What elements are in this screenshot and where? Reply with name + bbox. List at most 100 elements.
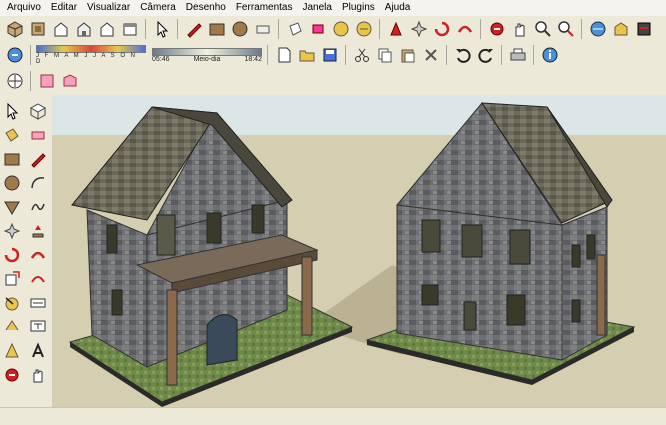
cut-icon[interactable] bbox=[351, 45, 372, 66]
copy-icon[interactable] bbox=[374, 45, 395, 66]
separator bbox=[581, 19, 582, 39]
top-view-icon[interactable] bbox=[27, 19, 48, 40]
move-icon[interactable] bbox=[330, 19, 351, 40]
menu-visualizar[interactable]: Visualizar bbox=[82, 0, 135, 16]
rectangle-icon[interactable] bbox=[206, 19, 227, 40]
ruby-console-icon[interactable] bbox=[633, 19, 654, 40]
menu-ferramentas[interactable]: Ferramentas bbox=[231, 0, 298, 16]
month-slider[interactable]: J F M A M J J A S O N D bbox=[36, 45, 146, 65]
print-icon[interactable] bbox=[507, 45, 528, 66]
right-view-icon[interactable] bbox=[73, 19, 94, 40]
text-icon[interactable] bbox=[27, 316, 49, 338]
display-section-cuts-icon[interactable] bbox=[59, 71, 80, 92]
pencil-icon[interactable] bbox=[183, 19, 204, 40]
3d-text-icon[interactable] bbox=[27, 340, 49, 362]
freehand-icon[interactable] bbox=[27, 196, 49, 218]
zoom-extents-icon[interactable] bbox=[555, 19, 576, 40]
separator bbox=[145, 19, 146, 39]
time-labels: 05:46 Meio-dia 18:42 bbox=[152, 56, 262, 63]
menu-desenho[interactable]: Desenho bbox=[181, 0, 231, 16]
left-view-icon[interactable] bbox=[119, 19, 140, 40]
line-icon[interactable] bbox=[27, 148, 49, 170]
menu-camera[interactable]: Câmera bbox=[135, 0, 181, 16]
select-arrow-icon[interactable] bbox=[151, 19, 172, 40]
push-pull-icon[interactable] bbox=[27, 220, 49, 242]
separator bbox=[533, 45, 534, 65]
shadow-settings: J F M A M J J A S O N D 05:46 Meio-dia 1… bbox=[36, 42, 262, 68]
separator bbox=[446, 45, 447, 65]
rotate-icon[interactable] bbox=[353, 19, 374, 40]
eraser-icon[interactable] bbox=[252, 19, 273, 40]
circle-icon[interactable] bbox=[1, 172, 23, 194]
separator bbox=[177, 19, 178, 39]
separator bbox=[30, 45, 31, 65]
delete-icon[interactable] bbox=[420, 45, 441, 66]
orbit-icon[interactable] bbox=[1, 364, 23, 386]
back-view-icon[interactable] bbox=[96, 19, 117, 40]
select-icon[interactable] bbox=[1, 100, 23, 122]
protractor-icon[interactable] bbox=[1, 316, 23, 338]
redo-icon[interactable] bbox=[475, 45, 496, 66]
separator bbox=[267, 45, 268, 65]
zoom-icon[interactable] bbox=[532, 19, 553, 40]
model-scene bbox=[52, 95, 666, 407]
menu-janela[interactable]: Janela bbox=[298, 0, 337, 16]
move-icon[interactable] bbox=[1, 220, 23, 242]
scale-icon[interactable] bbox=[408, 19, 429, 40]
orbit-icon[interactable] bbox=[486, 19, 507, 40]
display-section-icon[interactable] bbox=[36, 71, 57, 92]
open-icon[interactable] bbox=[296, 45, 317, 66]
offset-icon[interactable] bbox=[27, 268, 49, 290]
undo-icon[interactable] bbox=[452, 45, 473, 66]
new-icon[interactable] bbox=[273, 45, 294, 66]
menu-plugins[interactable]: Plugins bbox=[337, 0, 380, 16]
pan-icon[interactable] bbox=[27, 364, 49, 386]
follow-me-icon[interactable] bbox=[385, 19, 406, 40]
paint-bucket-icon[interactable] bbox=[284, 19, 305, 40]
save-icon[interactable] bbox=[319, 45, 340, 66]
iso-view-icon[interactable] bbox=[4, 19, 25, 40]
separator bbox=[278, 19, 279, 39]
time-slider[interactable]: 05:46 Meio-dia 18:42 bbox=[152, 47, 262, 63]
status-bar bbox=[0, 407, 666, 425]
separator bbox=[30, 71, 31, 91]
paste-icon[interactable] bbox=[397, 45, 418, 66]
follow-me-icon[interactable] bbox=[27, 244, 49, 266]
circle-icon[interactable] bbox=[229, 19, 250, 40]
dimension-icon[interactable] bbox=[27, 292, 49, 314]
separator bbox=[345, 45, 346, 65]
arc-icon[interactable] bbox=[27, 172, 49, 194]
toolbar-sections bbox=[0, 68, 120, 94]
front-view-icon[interactable] bbox=[50, 19, 71, 40]
scale-icon[interactable] bbox=[1, 268, 23, 290]
menu-ajuda[interactable]: Ajuda bbox=[380, 0, 416, 16]
get-models-icon[interactable] bbox=[587, 19, 608, 40]
polygon-icon[interactable] bbox=[1, 196, 23, 218]
tape-measure-icon[interactable] bbox=[1, 292, 23, 314]
push-pull-icon[interactable] bbox=[307, 19, 328, 40]
time-end: 18:42 bbox=[244, 55, 262, 63]
large-tool-set bbox=[0, 96, 52, 406]
paint-bucket-icon[interactable] bbox=[1, 124, 23, 146]
menu-arquivo[interactable]: Arquivo bbox=[2, 0, 46, 16]
offset-icon[interactable] bbox=[431, 19, 452, 40]
rotate-icon[interactable] bbox=[1, 244, 23, 266]
time-slider-track[interactable] bbox=[152, 47, 262, 56]
model-info-icon[interactable] bbox=[539, 45, 560, 66]
menu-editar[interactable]: Editar bbox=[46, 0, 82, 16]
pan-icon[interactable] bbox=[509, 19, 530, 40]
toolbar-main bbox=[0, 16, 666, 42]
layer-icon[interactable] bbox=[4, 45, 25, 66]
rectangle-icon[interactable] bbox=[1, 148, 23, 170]
time-start: 05:46 bbox=[152, 55, 170, 63]
protractor-icon[interactable] bbox=[454, 19, 475, 40]
eraser-icon[interactable] bbox=[27, 124, 49, 146]
month-labels: J F M A M J J A S O N D bbox=[36, 53, 138, 65]
axes-icon[interactable] bbox=[1, 340, 23, 362]
time-mid: Meio-dia bbox=[193, 55, 221, 63]
month-slider-track[interactable] bbox=[36, 45, 146, 53]
drawing-area[interactable] bbox=[52, 95, 666, 407]
section-plane-icon[interactable] bbox=[4, 71, 25, 92]
share-model-icon[interactable] bbox=[610, 19, 631, 40]
make-component-icon[interactable] bbox=[27, 100, 49, 122]
